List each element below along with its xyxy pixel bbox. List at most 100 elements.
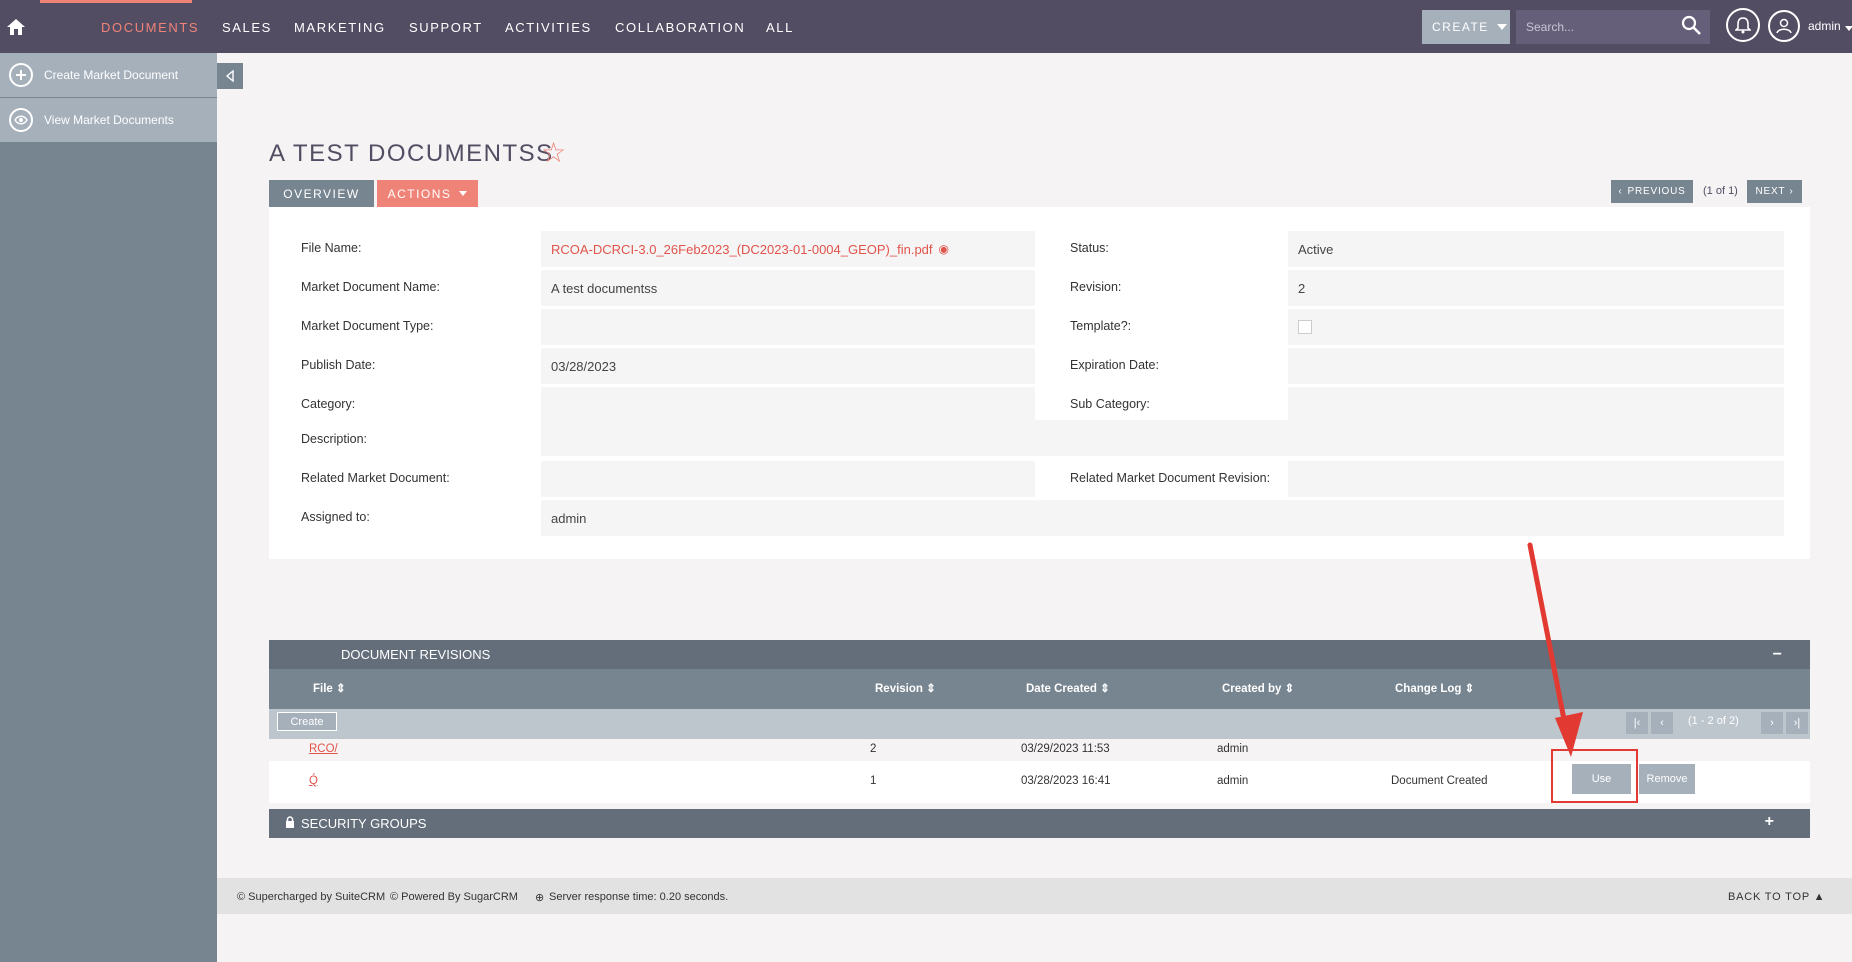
revisions-toolbar: Create |‹ ‹ (1 - 2 of 2) › ›|: [269, 709, 1810, 739]
revision-file-link[interactable]: RCO/: [309, 743, 338, 755]
previous-button[interactable]: ‹ PREVIOUS: [1611, 180, 1693, 203]
tab-overview[interactable]: OVERVIEW: [269, 180, 374, 207]
status-label: Status:: [1070, 241, 1109, 255]
user-avatar-icon[interactable]: [1768, 10, 1800, 42]
related-market-document-revision-label: Related Market Document Revision:: [1070, 471, 1271, 485]
description-label: Description:: [301, 432, 367, 446]
favorite-star-icon[interactable]: ☆: [541, 136, 566, 169]
file-name-link[interactable]: RCOA-DCRCI-3.0_26Feb2023_(DC2023-01-0004…: [551, 242, 933, 257]
search-icon[interactable]: [1680, 14, 1702, 36]
file-name-label: File Name:: [301, 241, 362, 255]
template-checkbox: [1298, 320, 1312, 334]
create-label: CREATE: [1432, 20, 1489, 34]
page-title: A TEST DOCUMENTSS: [269, 140, 554, 167]
previous-page-icon[interactable]: ‹: [1651, 712, 1673, 734]
sort-icon: ⇕: [1464, 683, 1475, 695]
nav-documents[interactable]: DOCUMENTS: [101, 20, 199, 35]
active-tab-indicator: [40, 0, 192, 3]
caret-down-icon: [1496, 24, 1507, 30]
status-value: Active: [1288, 231, 1784, 267]
footer-suitecrm-link[interactable]: © Supercharged by SuiteCRM: [237, 891, 385, 903]
chevron-right-icon: ›: [1789, 186, 1794, 197]
column-created-by-label: Created by: [1222, 683, 1282, 695]
back-to-top-link[interactable]: BACK TO TOP ▲: [1728, 891, 1825, 903]
publish-date-value: 03/28/2023: [541, 348, 1035, 384]
create-revision-button[interactable]: Create: [277, 712, 337, 731]
nav-sales[interactable]: SALES: [222, 20, 272, 35]
chevron-down-icon[interactable]: [1845, 26, 1852, 31]
publish-date-label: Publish Date:: [301, 358, 376, 372]
revision-date: 03/28/2023 16:41: [1021, 775, 1111, 787]
template-label: Template?:: [1070, 319, 1132, 333]
home-icon[interactable]: [0, 0, 32, 53]
column-date-created[interactable]: Date Created ⇕: [1026, 681, 1110, 695]
template-value: [1288, 309, 1784, 345]
sidebar-item-view-market-documents[interactable]: View Market Documents: [0, 98, 217, 142]
related-market-document-value: [541, 461, 1035, 497]
create-dropdown-button[interactable]: CREATE: [1422, 10, 1510, 44]
search-placeholder: Search...: [1526, 20, 1575, 34]
back-to-top-label: BACK TO TOP: [1728, 891, 1810, 903]
nav-marketing[interactable]: MARKETING: [294, 20, 386, 35]
notifications-bell-icon[interactable]: [1726, 8, 1760, 42]
user-menu-label[interactable]: admin: [1808, 19, 1841, 33]
revision-label: Revision:: [1070, 280, 1122, 294]
last-page-icon[interactable]: ›|: [1786, 712, 1808, 734]
expand-plus-icon[interactable]: +: [1765, 813, 1774, 831]
annotation-highlight-box: [1551, 749, 1638, 803]
pagination-count: (1 - 2 of 2): [1688, 715, 1739, 727]
market-document-type-label: Market Document Type:: [301, 319, 434, 333]
footer-sugarcrm-link[interactable]: © Powered By SugarCRM: [390, 891, 518, 903]
column-file[interactable]: File ⇕: [313, 681, 346, 695]
collapse-minus-icon[interactable]: −: [1773, 646, 1782, 664]
column-change-log[interactable]: Change Log ⇕: [1395, 681, 1474, 695]
revision-value: 2: [1288, 270, 1784, 306]
nav-support[interactable]: SUPPORT: [409, 20, 483, 35]
plus-icon: [9, 63, 33, 87]
footer: © Supercharged by SuiteCRM © Powered By …: [217, 878, 1852, 914]
revision-file-link[interactable]: Q́: [309, 775, 318, 787]
category-value: [541, 387, 1035, 423]
sidebar: Create Market Document View Market Docum…: [0, 53, 217, 962]
server-response-time: Server response time: 0.20 seconds.: [549, 891, 729, 903]
sidebar-collapse-button[interactable]: [217, 63, 243, 89]
next-page-icon[interactable]: ›: [1761, 712, 1783, 734]
record-position: (1 of 1): [1703, 185, 1738, 197]
column-file-label: File: [313, 683, 333, 695]
category-label: Category:: [301, 397, 356, 411]
market-document-name-value: A test documentss: [541, 270, 1035, 306]
actions-dropdown-button[interactable]: ACTIONS: [377, 180, 478, 207]
description-value: [541, 420, 1784, 456]
file-name-value: RCOA-DCRCI-3.0_26Feb2023_(DC2023-01-0004…: [541, 231, 1035, 267]
nav-collaboration[interactable]: COLLABORATION: [615, 20, 745, 35]
document-revisions-header[interactable]: DOCUMENT REVISIONS −: [269, 640, 1810, 669]
sidebar-item-label: Create Market Document: [44, 68, 179, 82]
nav-all[interactable]: ALL: [766, 20, 794, 35]
first-page-icon[interactable]: |‹: [1626, 712, 1648, 734]
sub-category-value: [1288, 387, 1784, 423]
next-label: NEXT: [1755, 186, 1786, 197]
expiration-date-value: [1288, 348, 1784, 384]
related-market-document-revision-value: [1288, 461, 1784, 497]
nav-activities[interactable]: ACTIVITIES: [505, 20, 592, 35]
sort-icon: ⇕: [1100, 683, 1110, 695]
market-document-name-label: Market Document Name:: [301, 280, 440, 294]
globe-icon: ⊕: [535, 892, 545, 904]
assigned-to-label: Assigned to:: [301, 510, 370, 524]
remove-revision-button[interactable]: Remove: [1639, 764, 1695, 794]
eye-icon[interactable]: ◉: [939, 242, 949, 256]
revision-created-by: admin: [1217, 743, 1249, 755]
column-revision-label: Revision: [875, 683, 923, 695]
sidebar-item-create-market-document[interactable]: Create Market Document: [0, 53, 217, 97]
expiration-date-label: Expiration Date:: [1070, 358, 1159, 372]
next-button[interactable]: NEXT ›: [1747, 180, 1802, 203]
chevron-left-icon: ‹: [1618, 186, 1623, 197]
security-groups-header[interactable]: SECURITY GROUPS +: [269, 809, 1810, 838]
revision-created-by: admin: [1217, 775, 1249, 787]
security-groups-title: SECURITY GROUPS: [301, 816, 427, 831]
previous-label: PREVIOUS: [1627, 186, 1686, 197]
column-revision[interactable]: Revision ⇕: [875, 681, 936, 695]
revisions-column-headers: File ⇕ Revision ⇕ Date Created ⇕ Created…: [269, 669, 1810, 709]
column-date-created-label: Date Created: [1026, 683, 1097, 695]
column-created-by[interactable]: Created by ⇕: [1222, 681, 1294, 695]
